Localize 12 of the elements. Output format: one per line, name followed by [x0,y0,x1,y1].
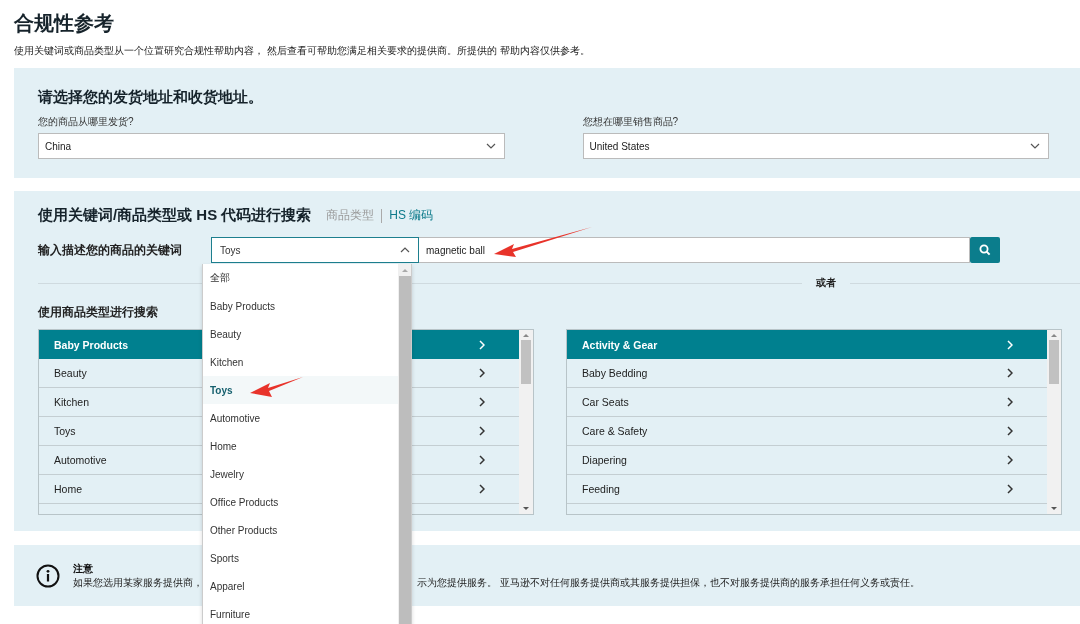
notice-title: 注意 [73,561,94,576]
notice-text: 示为您提供服务。 亚马逊不对任何服务提供商或其服务提供担保，也不对服务提供商的服务承担任何义务或责任。 [417,575,920,590]
subsection-title: 使用商品类型进行搜索 [38,304,158,321]
page-title: 合规性参考 [14,11,115,36]
field-label: 您的商品从哪里发货? [38,115,135,129]
page-description: 使用关键词或商品类型从一个位置研究合规性帮助内容， 然后查看可帮助您满足相关要求的提供商。所提供的 帮助内容仅供参考。 [14,44,591,58]
notice-text: 如果您选用某家服务提供商， [73,575,203,590]
section-title: 使用关键词/商品类型或 HS 代码进行搜索 [38,206,312,225]
divider-text: 或者 [816,276,836,290]
section-title: 请选择您的发货地址和收货地址。 [38,88,264,107]
field-label: 您想在哪里销售商品? [582,115,680,129]
keyword-label: 输入描述您的商品的关键词 [38,241,183,259]
